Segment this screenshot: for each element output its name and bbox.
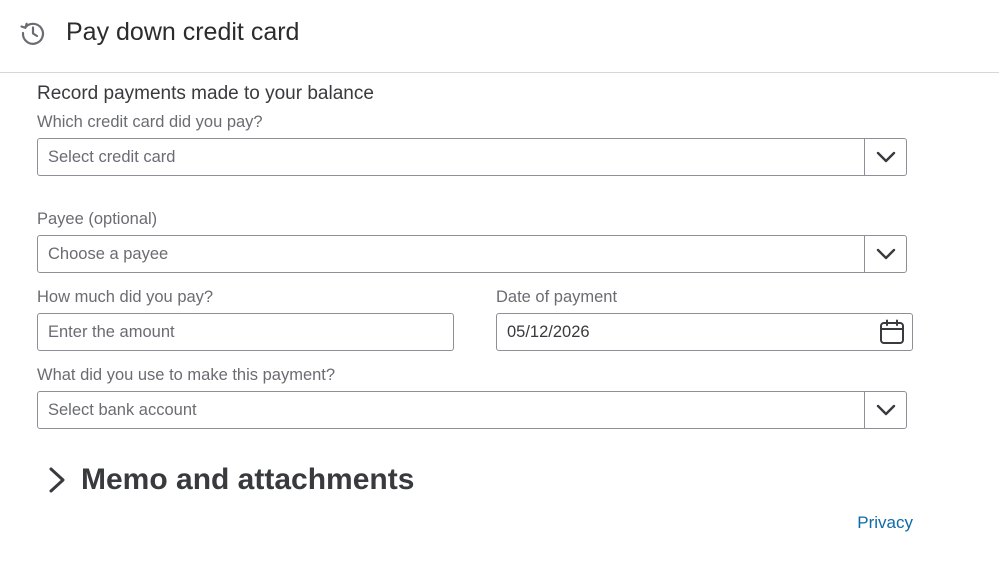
memo-attachments-label: Memo and attachments: [81, 463, 415, 496]
header-bar: Pay down credit card: [0, 0, 999, 73]
payee-select[interactable]: Choose a payee: [37, 235, 907, 273]
payee-label: Payee (optional): [37, 210, 158, 228]
amount-placeholder: Enter the amount: [48, 323, 175, 341]
date-label: Date of payment: [496, 288, 618, 306]
section-title: Record payments made to your balance: [37, 83, 374, 104]
bank-account-dropdown-button[interactable]: [864, 392, 906, 428]
calendar-icon[interactable]: [879, 319, 905, 350]
date-value: 05/12/2026: [507, 323, 590, 341]
payee-placeholder: Choose a payee: [48, 245, 169, 263]
page-title: Pay down credit card: [66, 18, 300, 46]
chevron-down-icon: [876, 151, 896, 163]
amount-label: How much did you pay?: [37, 288, 214, 306]
credit-card-select[interactable]: Select credit card: [37, 138, 907, 176]
payee-dropdown-button[interactable]: [864, 236, 906, 272]
bank-account-placeholder: Select bank account: [48, 401, 197, 419]
credit-card-dropdown-button[interactable]: [864, 139, 906, 175]
chevron-right-icon: [45, 466, 69, 499]
chevron-down-icon: [876, 404, 896, 416]
history-icon[interactable]: [18, 18, 48, 48]
credit-card-label: Which credit card did you pay?: [37, 113, 263, 131]
chevron-down-icon: [876, 248, 896, 260]
amount-input[interactable]: Enter the amount: [37, 313, 454, 351]
bank-account-select[interactable]: Select bank account: [37, 391, 907, 429]
bank-account-label: What did you use to make this payment?: [37, 366, 336, 384]
privacy-link[interactable]: Privacy: [857, 512, 913, 534]
date-input[interactable]: 05/12/2026: [496, 313, 913, 351]
credit-card-placeholder: Select credit card: [48, 148, 176, 166]
